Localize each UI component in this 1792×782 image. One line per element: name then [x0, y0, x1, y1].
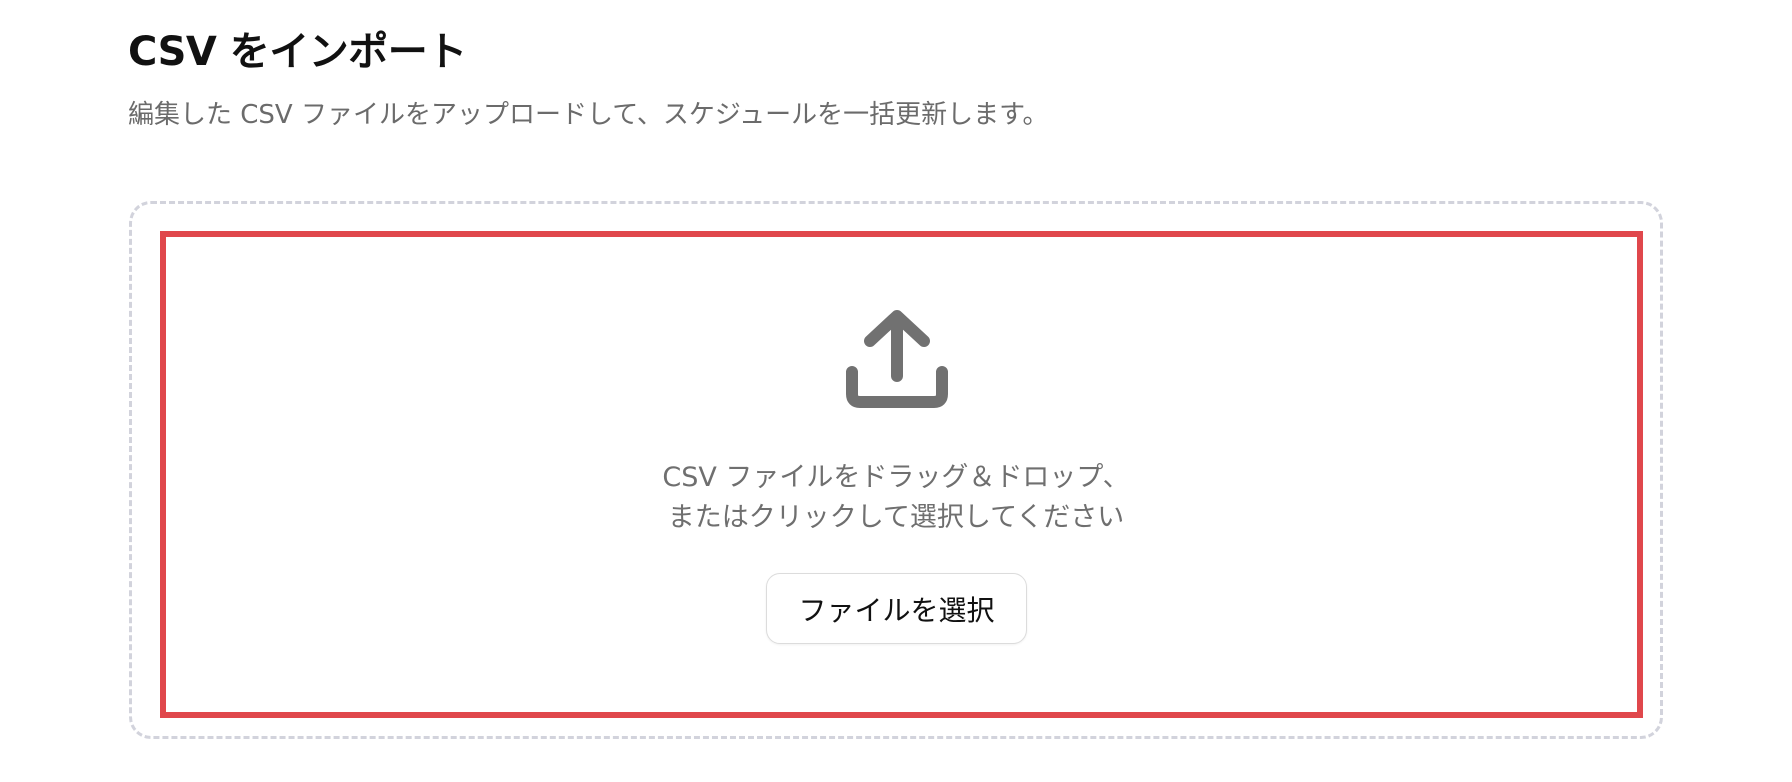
instruction-line-2: またはクリックして選択してください — [667, 502, 1125, 533]
instruction-line-1: CSV ファイルをドラッグ＆ドロップ、 — [662, 462, 1130, 493]
page-title: CSV をインポート — [128, 29, 467, 75]
dropzone-instructions: CSV ファイルをドラッグ＆ドロップ、 またはクリックして選択してください — [560, 458, 1232, 538]
csv-import-page: CSV をインポート 編集した CSV ファイルをアップロードして、スケジュール… — [0, 0, 1792, 782]
upload-icon — [840, 306, 954, 420]
page-description: 編集した CSV ファイルをアップロードして、スケジュールを一括更新します。 — [128, 100, 1049, 130]
select-file-button[interactable]: ファイルを選択 — [766, 573, 1027, 644]
